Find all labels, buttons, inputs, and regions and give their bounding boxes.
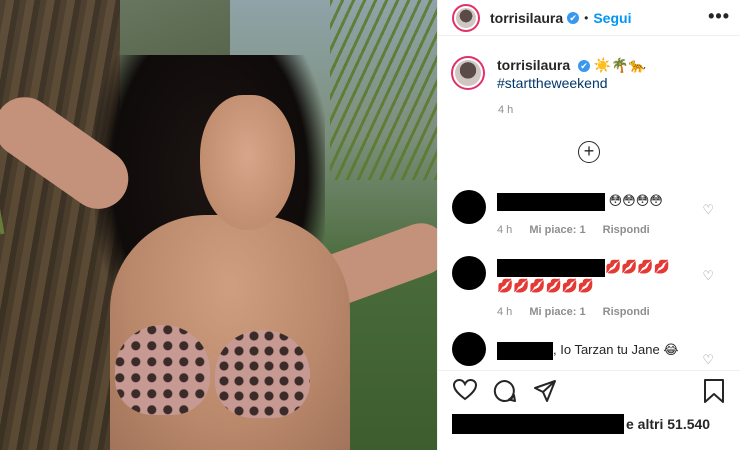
comment-time: 4 h xyxy=(497,306,513,318)
comment-meta: 4 h Mi piace: 1 Rispondi xyxy=(497,306,664,318)
censored-liker xyxy=(452,414,624,434)
comment-likes[interactable]: Mi piace: 1 xyxy=(529,224,585,236)
caption: torrisilaura ✔ ☀️🌴🐆 #starttheweekend xyxy=(451,56,646,92)
post-photo[interactable] xyxy=(0,0,437,450)
avatar[interactable] xyxy=(452,332,486,366)
comment-likes[interactable]: Mi piace: 1 xyxy=(529,306,585,318)
caption-emojis: ☀️🌴🐆 xyxy=(593,57,647,73)
likes-count: e altri 51.540 xyxy=(626,416,711,432)
comment-time: 4 h xyxy=(497,224,513,236)
heart-icon[interactable]: ♡ xyxy=(702,202,714,218)
post-header: torrisilaura ✔ • Segui ••• xyxy=(438,0,740,36)
verified-icon: ✔ xyxy=(578,60,591,72)
follow-button[interactable]: Segui xyxy=(593,10,631,26)
censored-username xyxy=(497,341,553,360)
reply-button[interactable]: Rispondi xyxy=(603,224,650,236)
censored-username xyxy=(497,258,605,277)
reply-button[interactable]: Rispondi xyxy=(603,306,650,318)
caption-text: torrisilaura ✔ ☀️🌴🐆 #starttheweekend xyxy=(497,56,646,92)
comment: 💋💋💋💋💋💋💋💋💋💋 4 h Mi piace: 1 Rispondi ♡ xyxy=(452,256,732,326)
save-icon[interactable] xyxy=(703,379,725,408)
avatar[interactable] xyxy=(452,256,486,290)
add-comment-icon[interactable]: + xyxy=(578,141,600,163)
verified-icon: ✔ xyxy=(567,11,580,24)
heart-icon[interactable]: ♡ xyxy=(702,268,714,284)
likes-summary[interactable]: e altri 51.540 xyxy=(452,414,710,434)
comment-icon[interactable] xyxy=(493,379,517,408)
comment-text: 😳😳😳😳 xyxy=(608,193,663,208)
post-time: 4 h xyxy=(498,104,514,116)
comment-body: 😳😳😳😳 xyxy=(497,192,697,211)
comment-body: 💋💋💋💋💋💋💋💋💋💋 xyxy=(497,258,679,295)
separator-dot: • xyxy=(584,10,589,25)
more-icon[interactable]: ••• xyxy=(708,6,730,27)
avatar[interactable] xyxy=(452,190,486,224)
heart-icon[interactable]: ♡ xyxy=(702,352,714,368)
heart-icon[interactable] xyxy=(452,378,478,406)
comment-text: , Io Tarzan tu Jane 😂 xyxy=(553,342,679,357)
share-icon[interactable] xyxy=(533,379,557,408)
face xyxy=(200,95,295,230)
avatar[interactable] xyxy=(452,3,480,32)
bikini-left xyxy=(115,325,210,415)
action-bar xyxy=(437,370,740,410)
caption-avatar[interactable] xyxy=(451,56,485,90)
censored-username xyxy=(497,192,605,211)
caption-username[interactable]: torrisilaura xyxy=(497,57,570,73)
username[interactable]: torrisilaura xyxy=(490,10,563,26)
hashtag-link[interactable]: #starttheweekend xyxy=(497,75,608,91)
palm-leaves xyxy=(330,0,437,180)
comment-meta: 4 h Mi piace: 1 Rispondi xyxy=(497,224,664,236)
comment: , Io Tarzan tu Jane 😂 ♡ xyxy=(452,332,732,370)
bikini-right xyxy=(215,330,310,418)
comment: 😳😳😳😳 4 h Mi piace: 1 Rispondi ♡ xyxy=(452,190,732,240)
comment-body: , Io Tarzan tu Jane 😂 xyxy=(497,341,697,360)
